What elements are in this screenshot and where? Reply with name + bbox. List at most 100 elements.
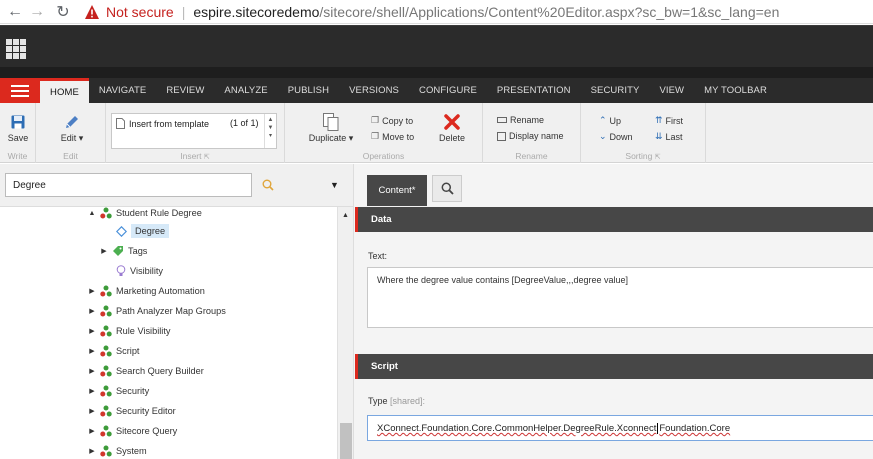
content-editor-pane: Content* Data Text: Where the degree val… bbox=[353, 164, 873, 459]
rule-icon bbox=[100, 207, 112, 219]
group-operations-label: Operations bbox=[362, 151, 405, 161]
duplicate-label: Duplicate bbox=[308, 133, 347, 143]
tab-versions[interactable]: VERSIONS bbox=[339, 78, 409, 103]
tree-expand-arrow-icon[interactable]: ▶ bbox=[88, 327, 96, 335]
tree-search-input[interactable] bbox=[5, 173, 252, 197]
sort-last-button[interactable]: ⇊ Last bbox=[655, 131, 683, 142]
ribbon-tab-strip: HOME NAVIGATE REVIEW ANALYZE PUBLISH VER… bbox=[0, 78, 873, 103]
tab-content[interactable]: Content* bbox=[367, 175, 427, 206]
delete-button[interactable]: Delete bbox=[435, 113, 469, 143]
tab-review[interactable]: REVIEW bbox=[156, 78, 214, 103]
type-field[interactable]: XConnect.Foundation.Core.CommonHelper.De… bbox=[367, 415, 873, 441]
diamond-icon bbox=[116, 225, 127, 237]
group-write-label: Write bbox=[7, 151, 28, 161]
rename-icon bbox=[497, 117, 507, 123]
scrollbar-thumb[interactable] bbox=[340, 423, 352, 459]
tree-expand-arrow-icon[interactable]: ▶ bbox=[88, 427, 96, 435]
tree-item-rule-visibility[interactable]: ▶ Rule Visibility bbox=[88, 322, 170, 340]
duplicate-button[interactable]: Duplicate ▾ bbox=[305, 113, 357, 144]
tab-view[interactable]: VIEW bbox=[649, 78, 694, 103]
search-icon[interactable] bbox=[262, 179, 274, 191]
tree-expand-arrow-icon[interactable]: ▶ bbox=[88, 387, 96, 395]
group-edit-label: Edit bbox=[63, 151, 78, 161]
rename-button[interactable]: Rename bbox=[497, 115, 544, 125]
expand-dialog-icon[interactable]: ⇱ bbox=[204, 154, 210, 161]
tree-item-degree[interactable]: Degree bbox=[104, 222, 170, 240]
scroll-up-icon[interactable]: ▲ bbox=[342, 212, 349, 219]
group-rename-label: Rename bbox=[515, 151, 548, 161]
tree-expand-arrow-icon[interactable]: ▶ bbox=[88, 347, 96, 355]
page-template-icon bbox=[116, 118, 125, 129]
tree-item-sitecore-query[interactable]: ▶ Sitecore Query bbox=[88, 422, 177, 440]
move-to-button[interactable]: ❐ Move to bbox=[371, 131, 414, 142]
tree-item-security[interactable]: ▶ Security bbox=[88, 382, 149, 400]
tab-navigate[interactable]: NAVIGATE bbox=[89, 78, 156, 103]
search-options-dropdown-icon[interactable]: ▼ bbox=[330, 180, 339, 190]
double-chevron-down-icon: ⇊ bbox=[655, 131, 663, 141]
tree-item-label: Search Query Builder bbox=[116, 366, 204, 376]
sort-first-button[interactable]: ⇈ First bbox=[655, 115, 683, 126]
group-rename: Rename Display name Rename bbox=[483, 103, 581, 163]
back-arrow-icon[interactable]: ← bbox=[4, 1, 26, 23]
tab-security[interactable]: SECURITY bbox=[581, 78, 650, 103]
tab-publish[interactable]: PUBLISH bbox=[278, 78, 339, 103]
save-button[interactable]: Save bbox=[6, 113, 30, 143]
tree-expand-arrow-icon[interactable]: ▶ bbox=[88, 307, 96, 315]
tree-item-label: Path Analyzer Map Groups bbox=[116, 306, 226, 316]
insert-from-template-item[interactable]: Insert from template bbox=[116, 118, 209, 129]
sort-up-button[interactable]: ⌃ Up bbox=[599, 115, 621, 126]
reload-icon[interactable]: ↻ bbox=[52, 1, 74, 23]
tab-presentation[interactable]: PRESENTATION bbox=[487, 78, 581, 103]
sort-down-label: Down bbox=[609, 131, 633, 142]
edit-button[interactable]: Edit ▾ bbox=[56, 113, 88, 144]
tree-item-label: Marketing Automation bbox=[116, 286, 205, 296]
tree-expand-arrow-icon[interactable]: ▶ bbox=[88, 407, 96, 415]
rename-label: Rename bbox=[510, 115, 545, 125]
copy-icon: ❐ bbox=[371, 115, 380, 125]
tab-my-toolbar[interactable]: MY TOOLBAR bbox=[694, 78, 777, 103]
rule-icon bbox=[100, 365, 112, 377]
tree-expand-arrow-icon[interactable]: ▶ bbox=[88, 447, 96, 455]
tree-item-visibility[interactable]: Visibility bbox=[104, 262, 163, 280]
sorting-expand-icon[interactable]: ⇱ bbox=[655, 154, 661, 161]
tree-scrollbar[interactable]: ▲ bbox=[337, 207, 353, 459]
tree-item-search-query-builder[interactable]: ▶ Search Query Builder bbox=[88, 362, 204, 380]
tree-expand-arrow-icon[interactable]: ▶ bbox=[100, 247, 108, 255]
tree-expand-arrow-icon[interactable]: ▶ bbox=[88, 367, 96, 375]
sorting-label-text: Sorting bbox=[625, 151, 653, 161]
move-to-label: Move to bbox=[382, 131, 415, 142]
section-script-header[interactable]: Script bbox=[355, 354, 873, 379]
launchpad-grid-icon[interactable] bbox=[6, 39, 26, 59]
text-field[interactable]: Where the degree value contains [DegreeV… bbox=[367, 267, 873, 328]
forward-arrow-icon[interactable]: → bbox=[26, 1, 48, 23]
tree-item-path-analyzer-map-groups[interactable]: ▶ Path Analyzer Map Groups bbox=[88, 302, 226, 320]
tree-item-student-rule-degree[interactable]: ▲ Student Rule Degree bbox=[88, 207, 202, 222]
insert-list-scroller[interactable]: ▲ ▼ ▾ bbox=[264, 114, 276, 148]
copy-to-button[interactable]: ❐ Copy to bbox=[371, 115, 413, 126]
rule-icon bbox=[100, 385, 112, 397]
tree-item-security-editor[interactable]: ▶ Security Editor bbox=[88, 402, 176, 420]
insert-options-list[interactable]: Insert from template (1 of 1) ▲ ▼ ▾ bbox=[111, 113, 277, 149]
menu-hamburger-icon[interactable] bbox=[0, 78, 40, 103]
tree-item-marketing-automation[interactable]: ▶ Marketing Automation bbox=[88, 282, 205, 300]
tab-analyze[interactable]: ANALYZE bbox=[214, 78, 277, 103]
tab-configure[interactable]: CONFIGURE bbox=[409, 78, 487, 103]
tree-item-label: Script bbox=[116, 346, 140, 356]
section-data-header[interactable]: Data bbox=[355, 207, 873, 232]
sort-up-label: Up bbox=[609, 115, 622, 126]
rule-icon bbox=[100, 325, 112, 337]
edit-pencil-icon bbox=[66, 116, 78, 128]
url-field[interactable]: Not secure | espire.sitecoredemo /siteco… bbox=[84, 4, 779, 20]
group-sorting: ⌃ Up ⌄ Down ⇈ First ⇊ Last Sorting ⇱ bbox=[581, 103, 706, 163]
tree-item-script[interactable]: ▶ Script bbox=[88, 342, 140, 360]
security-status: Not secure bbox=[106, 3, 174, 20]
display-name-button[interactable]: Display name bbox=[497, 131, 564, 141]
tab-search[interactable] bbox=[432, 175, 462, 202]
tree-item-tags[interactable]: ▶ Tags bbox=[100, 242, 147, 260]
tree-collapse-arrow-icon[interactable]: ▲ bbox=[88, 210, 96, 217]
rule-icon bbox=[100, 425, 112, 437]
tree-expand-arrow-icon[interactable]: ▶ bbox=[88, 287, 96, 295]
sort-down-button[interactable]: ⌄ Down bbox=[599, 131, 633, 142]
tree-item-system[interactable]: ▶ System bbox=[88, 442, 147, 459]
tab-home[interactable]: HOME bbox=[40, 78, 89, 103]
